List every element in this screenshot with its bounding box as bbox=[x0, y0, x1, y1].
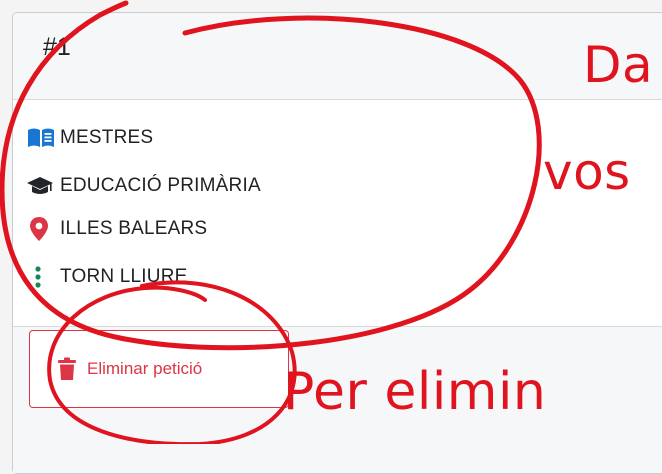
book-open-icon bbox=[26, 125, 60, 151]
card-header: #1 bbox=[13, 13, 662, 100]
map-marker-icon bbox=[26, 216, 60, 242]
list-item-label: EDUCACIÓ PRIMÀRIA bbox=[60, 175, 261, 196]
annotation-text-middle: vos bbox=[543, 143, 631, 201]
ellipsis-vertical-icon bbox=[26, 264, 60, 290]
delete-button-label: Eliminar petició bbox=[87, 359, 203, 378]
annotation-text-top: Da bbox=[583, 36, 654, 94]
card-number: #1 bbox=[43, 33, 71, 61]
graduation-cap-icon bbox=[26, 173, 60, 199]
annotation-text-bottom: Per elimin bbox=[283, 362, 547, 422]
list-item-region: ILLES BALEARS bbox=[26, 216, 207, 242]
delete-request-button[interactable]: Eliminar petició bbox=[29, 330, 289, 408]
list-item-level: EDUCACIÓ PRIMÀRIA bbox=[26, 173, 261, 199]
list-item-label: MESTRES bbox=[60, 127, 154, 148]
list-item-specialty: MESTRES bbox=[26, 125, 153, 151]
list-item-label: ILLES BALEARS bbox=[60, 218, 208, 239]
trash-icon bbox=[57, 357, 77, 381]
list-item-turn: TORN LLIURE bbox=[26, 264, 188, 290]
list-item-label: TORN LLIURE bbox=[60, 266, 188, 287]
